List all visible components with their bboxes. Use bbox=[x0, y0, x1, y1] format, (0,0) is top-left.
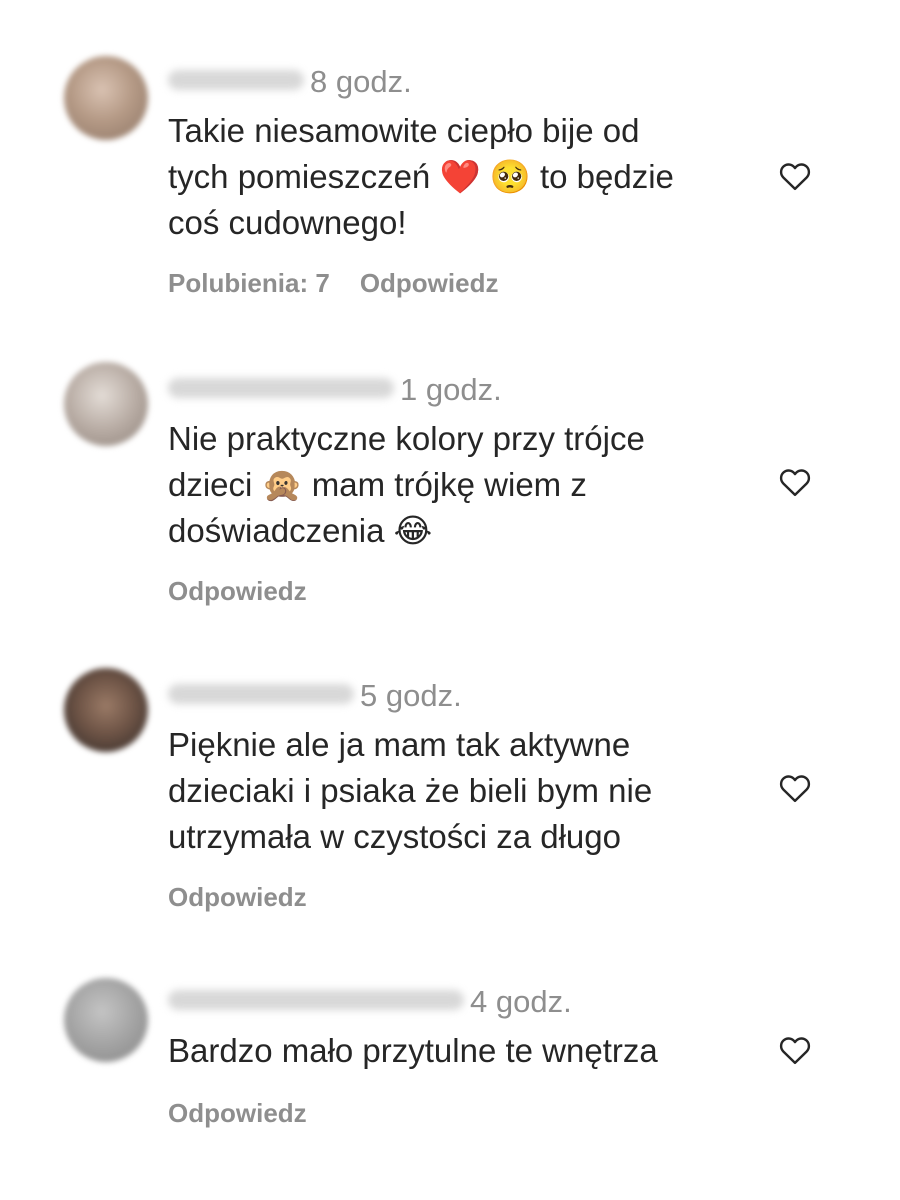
avatar[interactable] bbox=[64, 56, 148, 140]
comment-text: Nie praktyczne kolory przy trójce dzieci… bbox=[168, 420, 645, 549]
like-button[interactable] bbox=[776, 464, 814, 500]
comment-actions: Odpowiedz bbox=[168, 882, 307, 913]
comment-header: 8 godz. bbox=[168, 64, 412, 104]
comment-text: Bardzo mało przytulne te wnętrza bbox=[168, 1032, 658, 1069]
comment-header: 4 godz. bbox=[168, 984, 572, 1024]
like-button[interactable] bbox=[776, 770, 814, 806]
comment-text: Takie niesamowite ciepło bije od tych po… bbox=[168, 112, 674, 241]
comment-time: 5 godz. bbox=[360, 678, 462, 713]
comment-actions: Odpowiedz bbox=[168, 1098, 307, 1129]
likes-count[interactable]: Polubienia: 7 bbox=[168, 268, 330, 299]
avatar[interactable] bbox=[64, 668, 148, 752]
reply-button[interactable]: Odpowiedz bbox=[168, 1098, 307, 1129]
heart-outline-icon bbox=[779, 469, 811, 497]
heart-outline-icon bbox=[779, 775, 811, 803]
username-blurred[interactable] bbox=[168, 990, 464, 1010]
heart-outline-icon bbox=[779, 163, 811, 191]
comment-header: 1 godz. bbox=[168, 372, 502, 412]
comment-header: 5 godz. bbox=[168, 678, 462, 718]
comment-time: 4 godz. bbox=[470, 984, 572, 1019]
comment-actions: Polubienia: 7 Odpowiedz bbox=[168, 268, 498, 299]
like-button[interactable] bbox=[776, 1032, 814, 1068]
reply-button[interactable]: Odpowiedz bbox=[168, 882, 307, 913]
avatar[interactable] bbox=[64, 362, 148, 446]
avatar[interactable] bbox=[64, 978, 148, 1062]
comment-actions: Odpowiedz bbox=[168, 576, 307, 607]
like-button[interactable] bbox=[776, 158, 814, 194]
reply-button[interactable]: Odpowiedz bbox=[360, 268, 499, 299]
username-blurred[interactable] bbox=[168, 70, 304, 90]
heart-outline-icon bbox=[779, 1037, 811, 1065]
comment-text: Pięknie ale ja mam tak aktywne dzieciaki… bbox=[168, 726, 653, 855]
username-blurred[interactable] bbox=[168, 378, 394, 398]
comment-time: 8 godz. bbox=[310, 64, 412, 99]
comment-time: 1 godz. bbox=[400, 372, 502, 407]
reply-button[interactable]: Odpowiedz bbox=[168, 576, 307, 607]
username-blurred[interactable] bbox=[168, 684, 354, 704]
